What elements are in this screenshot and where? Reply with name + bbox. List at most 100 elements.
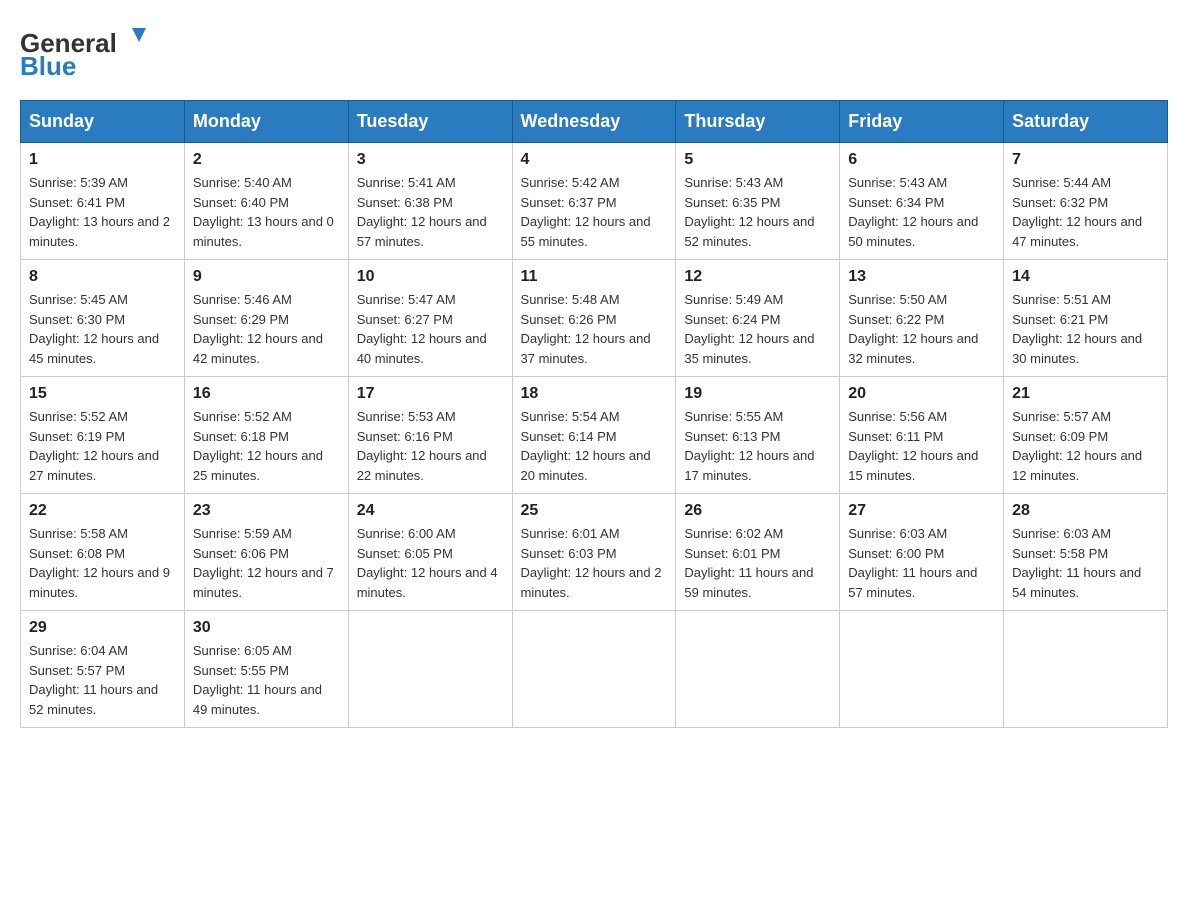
day-info: Sunrise: 5:47 AM Sunset: 6:27 PM Dayligh… xyxy=(357,290,504,368)
day-info: Sunrise: 6:03 AM Sunset: 5:58 PM Dayligh… xyxy=(1012,524,1159,602)
day-number: 2 xyxy=(193,151,340,169)
weekday-header-saturday: Saturday xyxy=(1004,101,1168,143)
day-info: Sunrise: 5:59 AM Sunset: 6:06 PM Dayligh… xyxy=(193,524,340,602)
day-number: 10 xyxy=(357,268,504,286)
day-info: Sunrise: 5:48 AM Sunset: 6:26 PM Dayligh… xyxy=(521,290,668,368)
calendar-cell: 12 Sunrise: 5:49 AM Sunset: 6:24 PM Dayl… xyxy=(676,260,840,377)
day-info: Sunrise: 6:02 AM Sunset: 6:01 PM Dayligh… xyxy=(684,524,831,602)
day-number: 17 xyxy=(357,385,504,403)
calendar-cell: 3 Sunrise: 5:41 AM Sunset: 6:38 PM Dayli… xyxy=(348,143,512,260)
calendar-cell: 25 Sunrise: 6:01 AM Sunset: 6:03 PM Dayl… xyxy=(512,494,676,611)
calendar-body: 1 Sunrise: 5:39 AM Sunset: 6:41 PM Dayli… xyxy=(21,143,1168,728)
day-number: 29 xyxy=(29,619,176,637)
calendar-cell: 6 Sunrise: 5:43 AM Sunset: 6:34 PM Dayli… xyxy=(840,143,1004,260)
day-number: 5 xyxy=(684,151,831,169)
calendar-cell: 23 Sunrise: 5:59 AM Sunset: 6:06 PM Dayl… xyxy=(184,494,348,611)
calendar-cell: 16 Sunrise: 5:52 AM Sunset: 6:18 PM Dayl… xyxy=(184,377,348,494)
calendar-cell: 17 Sunrise: 5:53 AM Sunset: 6:16 PM Dayl… xyxy=(348,377,512,494)
logo: General Blue xyxy=(20,20,160,80)
day-number: 15 xyxy=(29,385,176,403)
calendar-cell: 2 Sunrise: 5:40 AM Sunset: 6:40 PM Dayli… xyxy=(184,143,348,260)
day-info: Sunrise: 5:40 AM Sunset: 6:40 PM Dayligh… xyxy=(193,173,340,251)
day-number: 6 xyxy=(848,151,995,169)
day-info: Sunrise: 5:49 AM Sunset: 6:24 PM Dayligh… xyxy=(684,290,831,368)
day-info: Sunrise: 6:05 AM Sunset: 5:55 PM Dayligh… xyxy=(193,641,340,719)
weekday-header-row: SundayMondayTuesdayWednesdayThursdayFrid… xyxy=(21,101,1168,143)
calendar-cell: 24 Sunrise: 6:00 AM Sunset: 6:05 PM Dayl… xyxy=(348,494,512,611)
calendar-cell: 10 Sunrise: 5:47 AM Sunset: 6:27 PM Dayl… xyxy=(348,260,512,377)
day-number: 11 xyxy=(521,268,668,286)
calendar-cell xyxy=(840,611,1004,728)
calendar-cell: 26 Sunrise: 6:02 AM Sunset: 6:01 PM Dayl… xyxy=(676,494,840,611)
day-number: 24 xyxy=(357,502,504,520)
day-number: 1 xyxy=(29,151,176,169)
day-number: 19 xyxy=(684,385,831,403)
calendar-cell: 30 Sunrise: 6:05 AM Sunset: 5:55 PM Dayl… xyxy=(184,611,348,728)
calendar-week-row: 8 Sunrise: 5:45 AM Sunset: 6:30 PM Dayli… xyxy=(21,260,1168,377)
day-info: Sunrise: 5:52 AM Sunset: 6:18 PM Dayligh… xyxy=(193,407,340,485)
calendar-cell: 22 Sunrise: 5:58 AM Sunset: 6:08 PM Dayl… xyxy=(21,494,185,611)
day-number: 21 xyxy=(1012,385,1159,403)
day-number: 12 xyxy=(684,268,831,286)
day-info: Sunrise: 5:58 AM Sunset: 6:08 PM Dayligh… xyxy=(29,524,176,602)
day-info: Sunrise: 5:55 AM Sunset: 6:13 PM Dayligh… xyxy=(684,407,831,485)
day-info: Sunrise: 5:51 AM Sunset: 6:21 PM Dayligh… xyxy=(1012,290,1159,368)
calendar-cell: 20 Sunrise: 5:56 AM Sunset: 6:11 PM Dayl… xyxy=(840,377,1004,494)
calendar-cell: 5 Sunrise: 5:43 AM Sunset: 6:35 PM Dayli… xyxy=(676,143,840,260)
day-number: 9 xyxy=(193,268,340,286)
day-info: Sunrise: 5:39 AM Sunset: 6:41 PM Dayligh… xyxy=(29,173,176,251)
day-info: Sunrise: 5:41 AM Sunset: 6:38 PM Dayligh… xyxy=(357,173,504,251)
day-info: Sunrise: 5:44 AM Sunset: 6:32 PM Dayligh… xyxy=(1012,173,1159,251)
weekday-header-wednesday: Wednesday xyxy=(512,101,676,143)
day-info: Sunrise: 5:42 AM Sunset: 6:37 PM Dayligh… xyxy=(521,173,668,251)
day-number: 27 xyxy=(848,502,995,520)
day-number: 26 xyxy=(684,502,831,520)
calendar-cell: 13 Sunrise: 5:50 AM Sunset: 6:22 PM Dayl… xyxy=(840,260,1004,377)
day-number: 18 xyxy=(521,385,668,403)
weekday-header-tuesday: Tuesday xyxy=(348,101,512,143)
calendar-cell: 4 Sunrise: 5:42 AM Sunset: 6:37 PM Dayli… xyxy=(512,143,676,260)
calendar-week-row: 22 Sunrise: 5:58 AM Sunset: 6:08 PM Dayl… xyxy=(21,494,1168,611)
calendar-cell: 27 Sunrise: 6:03 AM Sunset: 6:00 PM Dayl… xyxy=(840,494,1004,611)
day-number: 30 xyxy=(193,619,340,637)
day-number: 25 xyxy=(521,502,668,520)
day-info: Sunrise: 5:56 AM Sunset: 6:11 PM Dayligh… xyxy=(848,407,995,485)
day-number: 16 xyxy=(193,385,340,403)
calendar-week-row: 29 Sunrise: 6:04 AM Sunset: 5:57 PM Dayl… xyxy=(21,611,1168,728)
day-number: 23 xyxy=(193,502,340,520)
day-number: 4 xyxy=(521,151,668,169)
page-header: General Blue xyxy=(20,20,1168,80)
day-info: Sunrise: 5:45 AM Sunset: 6:30 PM Dayligh… xyxy=(29,290,176,368)
day-info: Sunrise: 6:04 AM Sunset: 5:57 PM Dayligh… xyxy=(29,641,176,719)
calendar-cell: 11 Sunrise: 5:48 AM Sunset: 6:26 PM Dayl… xyxy=(512,260,676,377)
day-info: Sunrise: 5:43 AM Sunset: 6:34 PM Dayligh… xyxy=(848,173,995,251)
day-info: Sunrise: 5:54 AM Sunset: 6:14 PM Dayligh… xyxy=(521,407,668,485)
day-number: 14 xyxy=(1012,268,1159,286)
calendar-cell: 18 Sunrise: 5:54 AM Sunset: 6:14 PM Dayl… xyxy=(512,377,676,494)
weekday-header-monday: Monday xyxy=(184,101,348,143)
calendar-week-row: 1 Sunrise: 5:39 AM Sunset: 6:41 PM Dayli… xyxy=(21,143,1168,260)
day-info: Sunrise: 6:03 AM Sunset: 6:00 PM Dayligh… xyxy=(848,524,995,602)
day-number: 22 xyxy=(29,502,176,520)
day-number: 7 xyxy=(1012,151,1159,169)
calendar-cell: 7 Sunrise: 5:44 AM Sunset: 6:32 PM Dayli… xyxy=(1004,143,1168,260)
calendar-cell xyxy=(512,611,676,728)
day-info: Sunrise: 6:01 AM Sunset: 6:03 PM Dayligh… xyxy=(521,524,668,602)
calendar-cell: 9 Sunrise: 5:46 AM Sunset: 6:29 PM Dayli… xyxy=(184,260,348,377)
day-number: 28 xyxy=(1012,502,1159,520)
day-number: 13 xyxy=(848,268,995,286)
calendar-table: SundayMondayTuesdayWednesdayThursdayFrid… xyxy=(20,100,1168,728)
day-info: Sunrise: 5:46 AM Sunset: 6:29 PM Dayligh… xyxy=(193,290,340,368)
calendar-cell: 21 Sunrise: 5:57 AM Sunset: 6:09 PM Dayl… xyxy=(1004,377,1168,494)
calendar-cell xyxy=(1004,611,1168,728)
day-info: Sunrise: 5:50 AM Sunset: 6:22 PM Dayligh… xyxy=(848,290,995,368)
day-number: 3 xyxy=(357,151,504,169)
weekday-header-friday: Friday xyxy=(840,101,1004,143)
calendar-cell xyxy=(676,611,840,728)
calendar-cell: 29 Sunrise: 6:04 AM Sunset: 5:57 PM Dayl… xyxy=(21,611,185,728)
day-info: Sunrise: 5:57 AM Sunset: 6:09 PM Dayligh… xyxy=(1012,407,1159,485)
day-info: Sunrise: 5:43 AM Sunset: 6:35 PM Dayligh… xyxy=(684,173,831,251)
calendar-cell: 19 Sunrise: 5:55 AM Sunset: 6:13 PM Dayl… xyxy=(676,377,840,494)
calendar-week-row: 15 Sunrise: 5:52 AM Sunset: 6:19 PM Dayl… xyxy=(21,377,1168,494)
svg-text:Blue: Blue xyxy=(20,51,76,80)
